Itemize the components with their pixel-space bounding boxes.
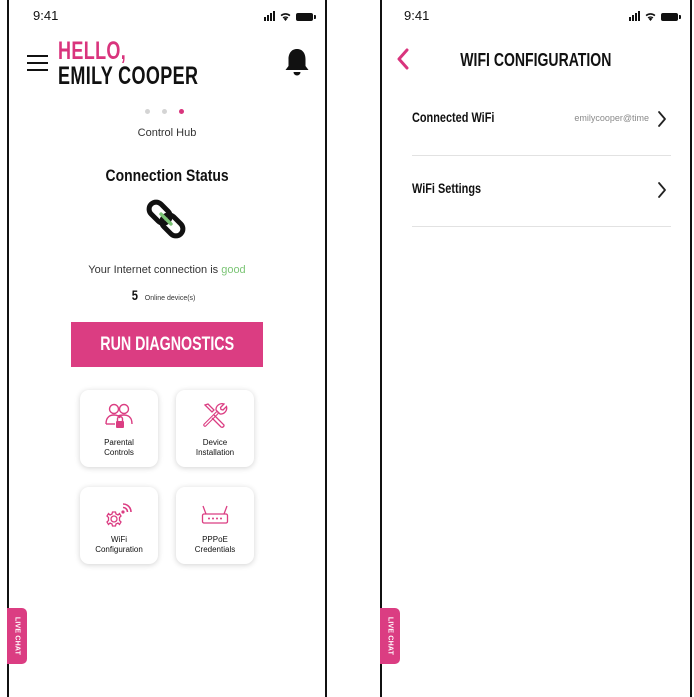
greeting-name: EMILY COOPER bbox=[58, 62, 199, 90]
live-chat-tab[interactable]: LIVE CHAT bbox=[7, 608, 27, 664]
system-icons bbox=[629, 11, 681, 21]
tile-label-line1: PPPoE bbox=[202, 535, 228, 544]
pager-dot[interactable] bbox=[145, 109, 150, 114]
live-chat-label: LIVE CHAT bbox=[13, 616, 21, 656]
tools-icon bbox=[203, 403, 228, 428]
connection-status-text: Your Internet connection is good bbox=[9, 264, 325, 276]
status-bar: 9:41 bbox=[9, 8, 325, 28]
tile-device-installation[interactable]: Device Installation bbox=[176, 390, 254, 467]
link-chain-icon bbox=[146, 199, 186, 239]
devices-label: Online device(s) bbox=[144, 295, 196, 302]
chevron-right-icon bbox=[658, 182, 666, 198]
row-value: emilycooper@time bbox=[574, 113, 649, 123]
tile-label-line1: WiFi bbox=[111, 535, 127, 544]
live-chat-label: LIVE CHAT bbox=[386, 616, 394, 656]
carousel-label: Control Hub bbox=[137, 127, 197, 139]
tile-pppoe-credentials[interactable]: PPPoE Credentials bbox=[176, 487, 254, 564]
tile-label-line1: Device bbox=[202, 438, 228, 447]
parental-controls-icon bbox=[105, 403, 133, 428]
tile-label-line2: Configuration bbox=[95, 545, 143, 554]
run-diagnostics-label: RUN DIAGNOSTICS bbox=[100, 333, 234, 355]
row-connected-wifi[interactable]: Connected WiFi emilycooper@time bbox=[412, 85, 671, 156]
tile-label-line2: Installation bbox=[195, 448, 235, 457]
connection-state: good bbox=[221, 264, 246, 276]
connection-text-prefix: Your Internet connection is bbox=[88, 264, 222, 276]
wifi-signal-icon bbox=[645, 13, 656, 21]
tile-wifi-configuration[interactable]: WiFi Configuration bbox=[80, 487, 158, 564]
live-chat-tab[interactable]: LIVE CHAT bbox=[380, 608, 400, 664]
status-time: 9:41 bbox=[33, 8, 59, 23]
battery-icon bbox=[296, 13, 316, 21]
status-bar: 9:41 bbox=[382, 8, 690, 28]
menu-icon[interactable] bbox=[27, 55, 48, 71]
pager-dot-active[interactable] bbox=[179, 109, 184, 114]
router-icon bbox=[201, 505, 229, 524]
cellular-signal-icon bbox=[629, 11, 640, 21]
cellular-signal-icon bbox=[264, 11, 275, 21]
page-title: WIFI CONFIGURATION bbox=[382, 50, 690, 71]
carousel-pager[interactable] bbox=[145, 109, 184, 114]
wifi-signal-icon bbox=[280, 13, 291, 21]
connection-status-title: Connection Status bbox=[9, 166, 325, 186]
pager-dot[interactable] bbox=[162, 109, 167, 114]
row-label: WiFi Settings bbox=[412, 180, 482, 196]
online-devices: 5 Online device(s) bbox=[131, 287, 196, 303]
tile-parental-controls[interactable]: Parental Controls bbox=[80, 390, 158, 467]
home-screen: 9:41 HELLO, EMILY COOPER Control Hub Con… bbox=[7, 0, 327, 697]
chevron-right-icon bbox=[658, 111, 666, 127]
battery-icon bbox=[661, 13, 681, 21]
devices-count: 5 bbox=[131, 287, 139, 303]
wifi-gear-icon bbox=[106, 503, 132, 527]
row-label: Connected WiFi bbox=[412, 109, 495, 125]
connection-status-title-text: Connection Status bbox=[105, 166, 229, 185]
run-diagnostics-button[interactable]: RUN DIAGNOSTICS bbox=[71, 322, 263, 367]
row-wifi-settings[interactable]: WiFi Settings bbox=[412, 156, 671, 227]
status-time: 9:41 bbox=[404, 8, 430, 23]
tile-label-line1: Parental bbox=[104, 438, 134, 447]
tile-label-line2: Controls bbox=[104, 448, 134, 457]
notification-bell-icon[interactable] bbox=[283, 47, 311, 77]
tile-label-line2: Credentials bbox=[194, 545, 236, 554]
system-icons bbox=[264, 11, 316, 21]
page-title-text: WIFI CONFIGURATION bbox=[460, 50, 612, 70]
wifi-configuration-screen: 9:41 WIFI CONFIGURATION Connected WiFi e… bbox=[380, 0, 692, 697]
